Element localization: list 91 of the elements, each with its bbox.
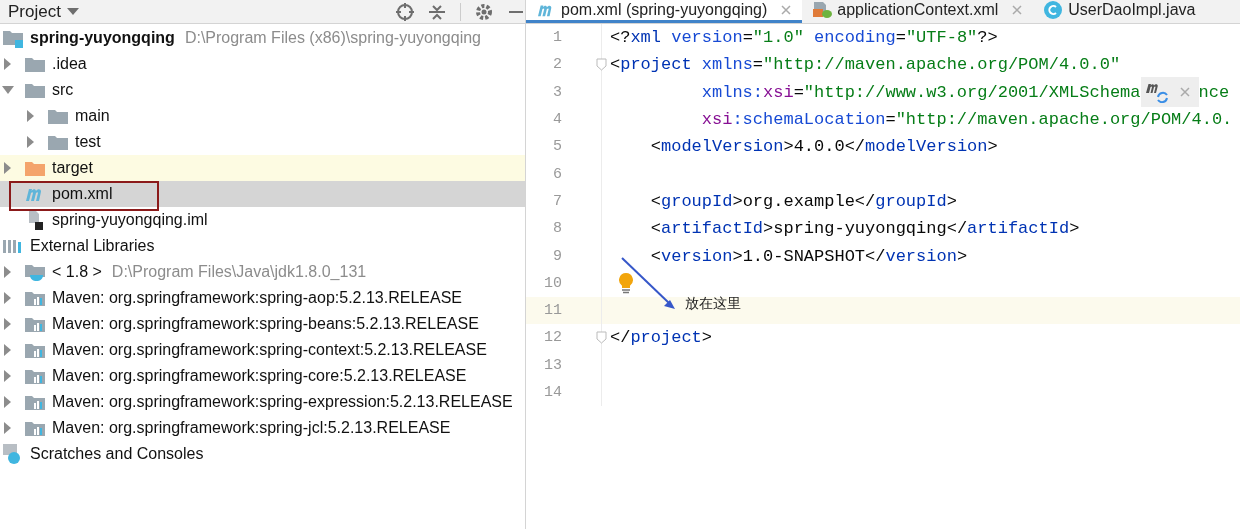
- tree-row[interactable]: Scratches and Consoles: [0, 441, 525, 467]
- tree-row[interactable]: target: [0, 155, 525, 181]
- tree-row[interactable]: External Libraries: [0, 233, 525, 259]
- tree-row[interactable]: < 1.8 > D:\Program Files\Java\jdk1.8.0_131: [0, 259, 525, 285]
- maven-reload-icon[interactable]: [1144, 81, 1169, 104]
- item-label: < 1.8 >: [51, 263, 103, 281]
- code-line: <?xml version="1.0" encoding="UTF-8"?>: [609, 28, 998, 48]
- editor-tab[interactable]: pom.xml (spring-yuyongqing): [526, 0, 803, 23]
- close-icon[interactable]: [780, 4, 793, 16]
- fold-marker-icon[interactable]: [596, 331, 607, 345]
- tree-row[interactable]: Maven: org.springframework:spring-context:5.2.13.RELEASE: [0, 337, 525, 363]
- line-number: 5: [552, 138, 562, 156]
- jdk-folder-icon: [24, 262, 46, 282]
- line-number: 14: [543, 384, 562, 401]
- tree-row[interactable]: src: [0, 77, 525, 103]
- library-icon: [24, 419, 46, 437]
- folder-icon: [24, 81, 46, 99]
- line-number: 1: [552, 29, 562, 47]
- annotation-note: 放在这里: [685, 295, 741, 313]
- tree-row[interactable]: .idea: [0, 51, 525, 77]
- line-number: 12: [543, 329, 562, 347]
- line-number: 13: [543, 356, 562, 374]
- lightbulb-icon[interactable]: [618, 272, 634, 295]
- locate-icon[interactable]: [396, 2, 414, 21]
- item-label: src: [51, 81, 75, 99]
- line-number: 9: [552, 247, 562, 265]
- item-label: .idea: [51, 55, 88, 73]
- close-icon[interactable]: [1178, 86, 1191, 99]
- dropdown-caret-icon[interactable]: [66, 7, 79, 16]
- folder-icon: [47, 107, 69, 125]
- path-hint: D:\Program Files (x86)\spring-yuyongqing: [184, 29, 481, 47]
- line-number: 7: [552, 192, 562, 210]
- tree-row[interactable]: test: [0, 129, 525, 155]
- library-icon: [24, 289, 46, 307]
- item-label: Maven: org.springframework:spring-jcl:5.2.13.RELEASE: [51, 419, 452, 437]
- item-label: test: [74, 133, 102, 151]
- tree-row[interactable]: main: [0, 103, 525, 129]
- line-number: 11: [543, 302, 562, 320]
- code-line: <project xmlns="http://maven.apache.org/POM/4.0.0": [609, 55, 1121, 75]
- libraries-icon: [2, 237, 24, 255]
- library-icon: [24, 315, 46, 333]
- folder-icon: [24, 159, 46, 177]
- code-line: </project>: [609, 328, 713, 348]
- collapse-all-icon[interactable]: [428, 2, 446, 21]
- item-label: External Libraries: [29, 237, 156, 255]
- module-folder-icon: [2, 28, 24, 48]
- code-line: <modelVersion>4.0.0</modelVersion>: [649, 137, 998, 157]
- code-line: xmlns:xsi="http://www.w3.org/2001/XMLSchema nce: [602, 77, 1230, 108]
- item-label: spring-yuyongqing: [29, 29, 176, 47]
- item-label: Maven: org.springframework:spring-beans:5.2.13.RELEASE: [51, 315, 480, 333]
- close-icon[interactable]: [1011, 4, 1024, 16]
- panel-title[interactable]: Project: [8, 1, 61, 22]
- item-label: Maven: org.springframework:spring-expression:5.2.13.RELEASE: [51, 393, 514, 411]
- item-label: Maven: org.springframework:spring-aop:5.2.13.RELEASE: [51, 289, 463, 307]
- line-number: 3: [552, 83, 562, 101]
- library-icon: [24, 367, 46, 385]
- item-label: pom.xml: [51, 185, 114, 203]
- maven-reload-popup[interactable]: [1140, 77, 1199, 108]
- tree-row[interactable]: Maven: org.springframework:spring-beans:5.2.13.RELEASE: [0, 311, 525, 337]
- editor-tab[interactable]: applicationContext.xml: [802, 0, 1034, 23]
- tree-row[interactable]: Maven: org.springframework:spring-expression:5.2.13.RELEASE: [0, 389, 525, 415]
- library-icon: [24, 341, 46, 359]
- tree-row[interactable]: spring-yuyongqing.iml: [0, 207, 525, 233]
- tree-row[interactable]: Maven: org.springframework:spring-jcl:5.2.13.RELEASE: [0, 415, 525, 441]
- line-number: 4: [552, 111, 562, 129]
- line-number: 10: [543, 274, 562, 292]
- item-label: target: [51, 159, 94, 177]
- folder-icon: [47, 133, 69, 151]
- item-label: Maven: org.springframework:spring-core:5.2.13.RELEASE: [51, 367, 468, 385]
- code-line: <groupId>org.example</groupId>: [649, 191, 957, 211]
- library-icon: [24, 393, 46, 411]
- line-number: 2: [552, 56, 562, 74]
- item-label: spring-yuyongqing.iml: [51, 211, 209, 229]
- tree-row[interactable]: Maven: org.springframework:spring-aop:5.2.13.RELEASE: [0, 285, 525, 311]
- editor-tab[interactable]: UserDaoImpl.java: [1033, 0, 1206, 23]
- code-line: <version>1.0-SNAPSHOT</version>: [649, 246, 968, 266]
- tree-row[interactable]: spring-yuyongqing D:\Program Files (x86)\spring-yuyongqing: [0, 25, 525, 51]
- path-hint: D:\Program Files\Java\jdk1.8.0_131: [111, 263, 367, 281]
- class-icon: [1043, 0, 1064, 20]
- line-number: 6: [552, 165, 562, 183]
- code-line: xsi:schemaLocation="http://maven.apache.org/POM/4.0.: [700, 110, 1233, 130]
- item-label: main: [74, 107, 111, 125]
- tree-row[interactable]: Maven: org.springframework:spring-core:5.2.13.RELEASE: [0, 363, 525, 389]
- folder-icon: [24, 55, 46, 73]
- spring-xml-icon: [812, 1, 833, 19]
- item-label: Scratches and Consoles: [29, 445, 205, 463]
- item-label: Maven: org.springframework:spring-context:5.2.13.RELEASE: [51, 341, 488, 359]
- code-line: <artifactId>spring-yuyongqing</artifactId>: [649, 219, 1080, 239]
- settings-icon[interactable]: [475, 2, 493, 21]
- line-number: 8: [552, 220, 562, 238]
- fold-marker-icon[interactable]: [596, 58, 607, 72]
